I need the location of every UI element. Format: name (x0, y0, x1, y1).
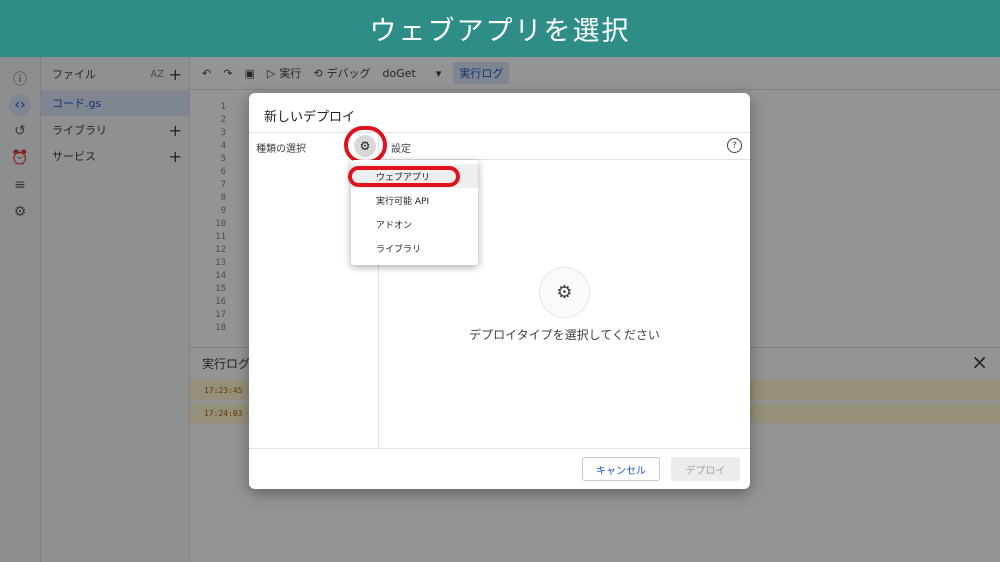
slide-title: ウェブアプリを選択 (369, 16, 631, 47)
empty-state-text: デプロイタイプを選択してください (469, 328, 660, 342)
deployment-type-label: 種類の選択 (256, 144, 306, 155)
deploy-button[interactable]: デプロイ (671, 457, 740, 481)
menu-item-api-executable[interactable]: 実行可能 API (351, 188, 478, 212)
dialog-divider (249, 448, 750, 449)
menu-item-library[interactable]: ライブラリ (351, 236, 478, 260)
highlight-ring (344, 126, 387, 164)
empty-state-gear-icon: ⚙ (539, 267, 590, 318)
new-deployment-dialog: 新しいデプロイ 種類の選択 設定 ⚙ ? ⚙ デプロイタイプを選択してください … (249, 93, 750, 489)
dialog-divider (249, 132, 750, 133)
settings-label: 設定 (391, 144, 411, 155)
dialog-title: 新しいデプロイ (264, 110, 356, 125)
menu-item-add-on[interactable]: アドオン (351, 212, 478, 236)
cancel-button[interactable]: キャンセル (582, 457, 660, 481)
slide-title-banner: ウェブアプリを選択 (0, 0, 1000, 57)
highlight-ring (348, 166, 460, 187)
help-icon[interactable]: ? (727, 138, 742, 153)
